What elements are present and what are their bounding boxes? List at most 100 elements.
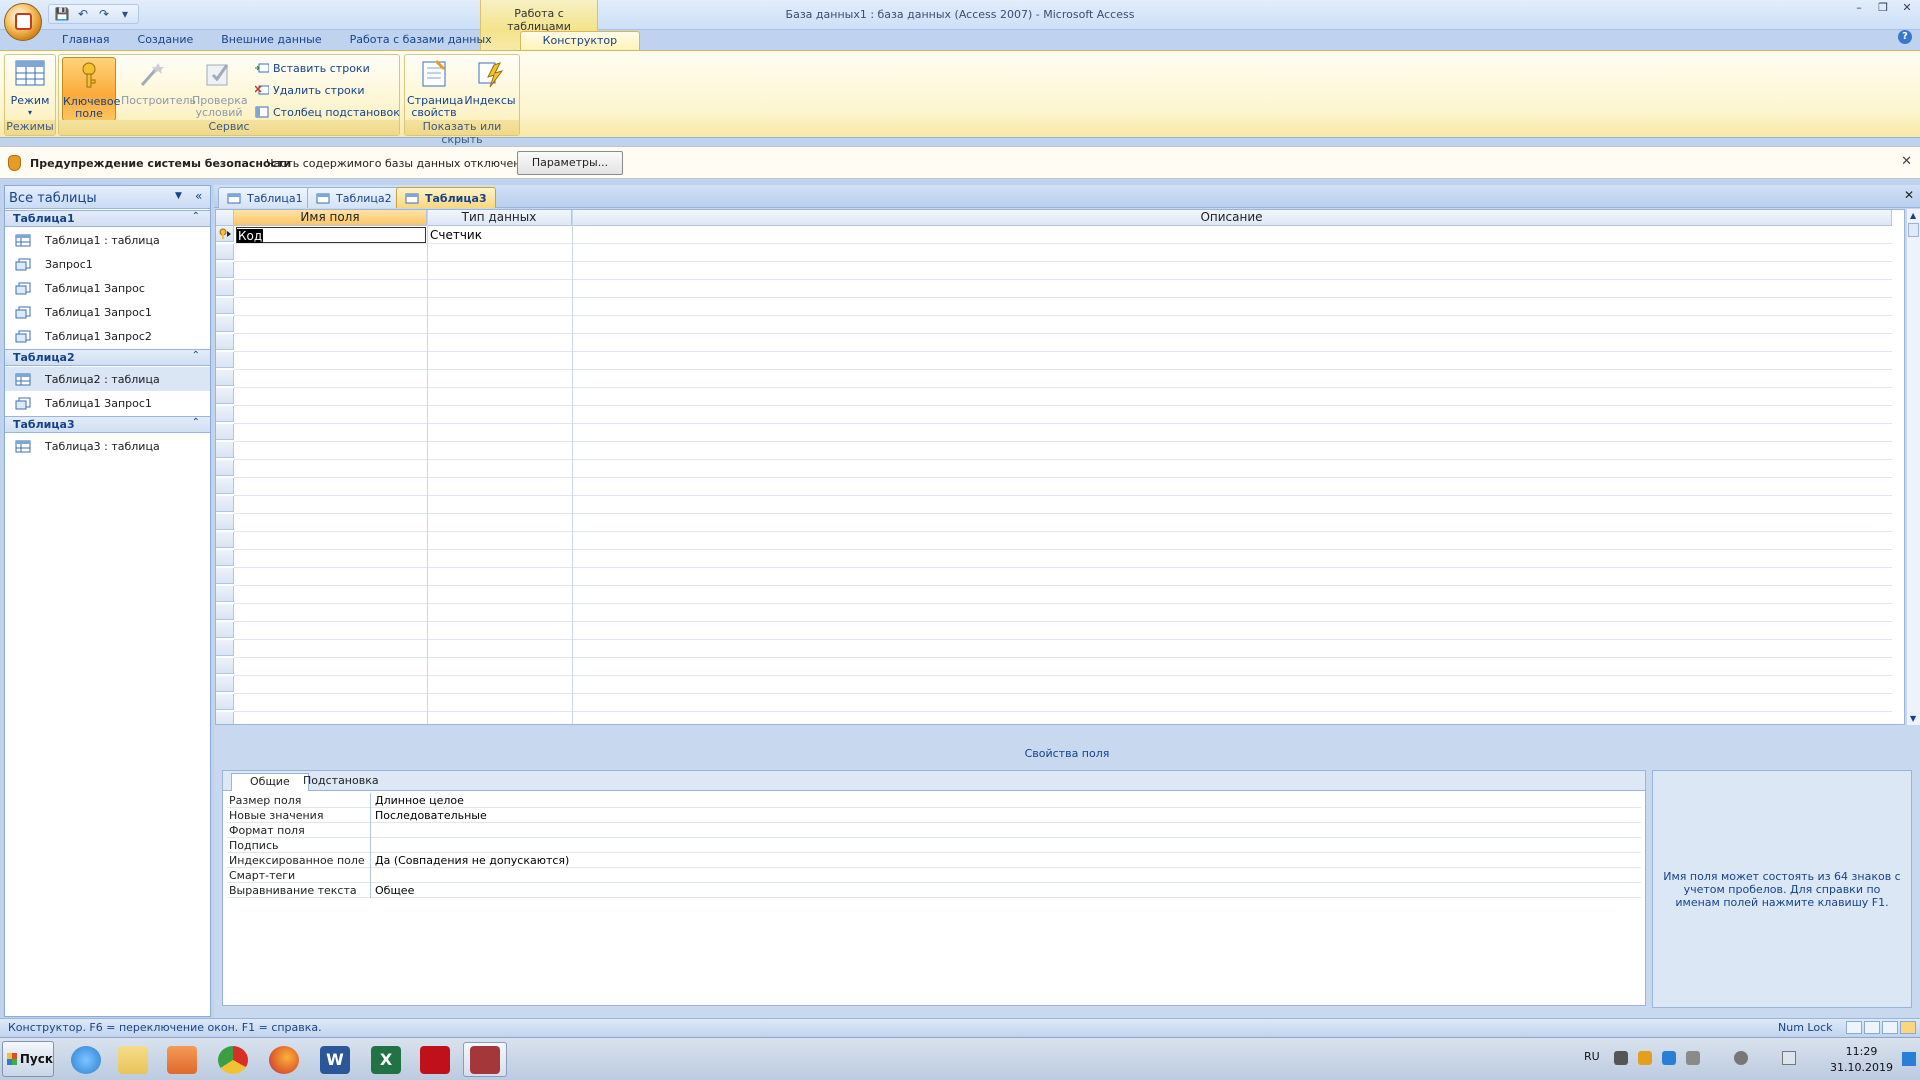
row-selector[interactable] bbox=[216, 604, 234, 620]
delete-rows-button[interactable]: Удалить строки bbox=[255, 81, 365, 99]
file-explorer-icon[interactable] bbox=[111, 1042, 155, 1077]
save-icon[interactable]: 💾 bbox=[53, 6, 71, 22]
insert-rows-button[interactable]: Вставить строки bbox=[255, 59, 370, 77]
row-selector[interactable] bbox=[216, 370, 234, 386]
row-selector[interactable] bbox=[216, 460, 234, 476]
start-button[interactable]: Пуск bbox=[2, 1041, 54, 1077]
office-button[interactable] bbox=[4, 3, 42, 41]
vertical-scrollbar[interactable]: ▲ ▼ bbox=[1906, 209, 1920, 725]
word-icon[interactable]: W bbox=[313, 1042, 357, 1077]
row-selector[interactable] bbox=[216, 406, 234, 422]
doc-tab-table3[interactable]: Таблица3 bbox=[396, 187, 496, 208]
nav-collapse-icon[interactable]: « bbox=[195, 189, 202, 203]
row-selector[interactable] bbox=[216, 514, 234, 530]
row-selector[interactable] bbox=[216, 316, 234, 332]
row-selector[interactable] bbox=[216, 442, 234, 458]
row-selector[interactable] bbox=[216, 550, 234, 566]
doc-tab-table2[interactable]: Таблица2 bbox=[307, 187, 401, 208]
design-view-icon[interactable] bbox=[1900, 1021, 1916, 1034]
prop-row-new-values[interactable]: Новые значения Последовательные bbox=[227, 808, 1641, 823]
chrome-icon[interactable] bbox=[211, 1042, 255, 1077]
tab-create[interactable]: Создание bbox=[124, 31, 208, 50]
scroll-down-icon[interactable]: ▼ bbox=[1910, 714, 1916, 723]
chevron-up-icon[interactable]: ⌃ bbox=[192, 211, 200, 222]
security-close-button[interactable]: ✕ bbox=[1901, 154, 1912, 169]
row-selector[interactable] bbox=[216, 586, 234, 602]
row-selector[interactable] bbox=[216, 478, 234, 494]
nav-header[interactable]: Все таблицы ▼ « bbox=[5, 186, 210, 209]
nav-item-table2[interactable]: Таблица2 : таблица bbox=[5, 367, 210, 391]
access-icon[interactable] bbox=[463, 1042, 507, 1077]
grid-corner[interactable] bbox=[216, 210, 234, 226]
power-tray-icon[interactable] bbox=[1734, 1051, 1748, 1065]
tab-lookup[interactable]: Подстановка bbox=[299, 773, 383, 791]
help-icon[interactable]: ? bbox=[1898, 30, 1912, 44]
prop-row-format[interactable]: Формат поля bbox=[227, 823, 1641, 838]
pivot-chart-view-icon[interactable] bbox=[1882, 1021, 1898, 1034]
volume-tray-icon[interactable] bbox=[1686, 1051, 1700, 1065]
row-selector[interactable] bbox=[216, 280, 234, 296]
indexes-button[interactable]: Индексы bbox=[463, 57, 517, 121]
column-header-description[interactable]: Описание bbox=[572, 210, 1892, 226]
nav-item-query1[interactable]: Запрос1 bbox=[5, 252, 210, 276]
tab-external-data[interactable]: Внешние данные bbox=[207, 31, 335, 50]
field-name-cell[interactable]: Код bbox=[236, 227, 426, 243]
column-header-data-type[interactable]: Тип данных bbox=[427, 210, 572, 226]
nav-item-table3[interactable]: Таблица3 : таблица bbox=[5, 434, 210, 458]
prop-row-smart-tags[interactable]: Смарт-теги bbox=[227, 868, 1641, 883]
tab-database-tools[interactable]: Работа с базами данных bbox=[336, 31, 506, 50]
row-selector[interactable] bbox=[216, 388, 234, 404]
chevron-up-icon[interactable]: ⌃ bbox=[192, 417, 200, 428]
row-selector[interactable] bbox=[216, 622, 234, 638]
row-selector[interactable] bbox=[216, 496, 234, 512]
view-button[interactable]: Режим ▾ bbox=[5, 57, 55, 121]
updates-tray-icon[interactable] bbox=[1638, 1051, 1652, 1065]
nav-item-table1[interactable]: Таблица1 : таблица bbox=[5, 228, 210, 252]
data-type-cell[interactable]: Счетчик bbox=[430, 227, 482, 243]
nav-group-table3[interactable]: Таблица3 ⌃ bbox=[5, 416, 210, 433]
lookup-column-button[interactable]: Столбец подстановок bbox=[255, 103, 400, 121]
row-selector[interactable] bbox=[216, 298, 234, 314]
doc-tab-table1[interactable]: Таблица1 bbox=[218, 187, 312, 208]
nav-item-table1-query2[interactable]: Таблица1 Запрос2 bbox=[5, 324, 210, 348]
row-selector[interactable] bbox=[216, 658, 234, 674]
scroll-thumb[interactable] bbox=[1908, 223, 1919, 237]
language-indicator[interactable]: RU bbox=[1584, 1050, 1600, 1063]
test-validation-button[interactable]: Проверка условий bbox=[192, 57, 248, 121]
description-cell[interactable] bbox=[576, 227, 1876, 243]
close-document-icon[interactable]: ✕ bbox=[1904, 188, 1914, 202]
nav-group-table1[interactable]: Таблица1 ⌃ bbox=[5, 210, 210, 227]
restore-button[interactable]: ❐ bbox=[1874, 1, 1892, 15]
nav-dropdown-icon[interactable]: ▼ bbox=[175, 191, 182, 201]
scroll-up-icon[interactable]: ▲ bbox=[1910, 211, 1916, 220]
nav-group-table2[interactable]: Таблица2 ⌃ bbox=[5, 349, 210, 366]
prop-row-caption[interactable]: Подпись bbox=[227, 838, 1641, 853]
builder-button[interactable]: Построитель bbox=[121, 57, 196, 121]
row-selector[interactable] bbox=[216, 532, 234, 548]
row-selector[interactable] bbox=[216, 352, 234, 368]
acrobat-icon[interactable] bbox=[413, 1042, 457, 1077]
undo-icon[interactable]: ↶ bbox=[74, 6, 92, 22]
action-center-flag-icon[interactable] bbox=[1782, 1051, 1796, 1065]
datasheet-view-icon[interactable] bbox=[1846, 1021, 1862, 1034]
tab-design[interactable]: Конструктор bbox=[519, 31, 641, 50]
nav-item-table1-query[interactable]: Таблица1 Запрос bbox=[5, 276, 210, 300]
tab-home[interactable]: Главная bbox=[48, 31, 124, 50]
row-selector[interactable] bbox=[216, 424, 234, 440]
row-selector[interactable] bbox=[216, 676, 234, 692]
close-button[interactable]: ✕ bbox=[1898, 1, 1916, 15]
media-player-icon[interactable] bbox=[160, 1042, 204, 1077]
row-selector[interactable] bbox=[216, 694, 234, 710]
minimize-button[interactable]: – bbox=[1850, 1, 1868, 15]
bluetooth-tray-icon[interactable] bbox=[1662, 1051, 1676, 1065]
internet-explorer-icon[interactable] bbox=[64, 1042, 108, 1077]
primary-key-button[interactable]: Ключевое поле bbox=[62, 57, 120, 121]
prop-row-field-size[interactable]: Размер поля Длинное целое bbox=[227, 793, 1641, 808]
column-header-field-name[interactable]: Имя поля bbox=[234, 210, 427, 226]
clock[interactable]: 11:29 31.10.2019 bbox=[1830, 1044, 1893, 1076]
pivot-table-view-icon[interactable] bbox=[1864, 1021, 1880, 1034]
row-selector[interactable] bbox=[216, 712, 234, 724]
security-options-button[interactable]: Параметры... bbox=[517, 151, 623, 175]
customize-qat-icon[interactable]: ▾ bbox=[116, 6, 134, 22]
tab-general[interactable]: Общие bbox=[231, 773, 309, 791]
